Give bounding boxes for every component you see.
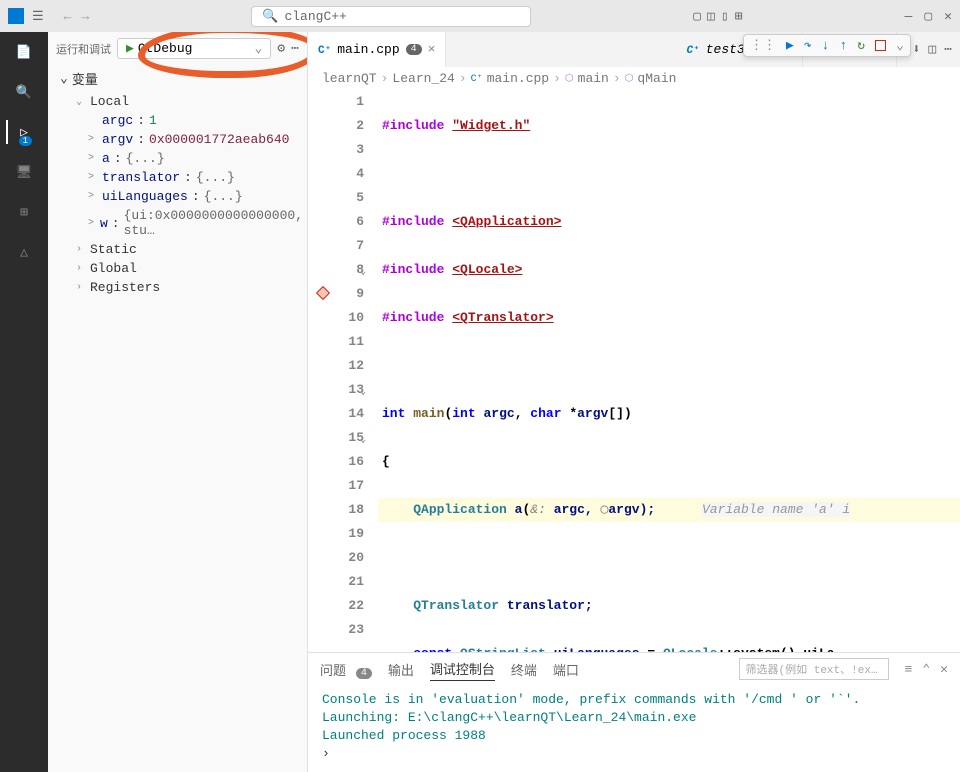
- tab-debug-console[interactable]: 调试控制台: [430, 657, 495, 681]
- title-bar: ☰ ← → 🔍 clangC++ ▢ ◫ ▯ ⊞ — ▢ ✕: [0, 0, 960, 32]
- sidebar: 运行和调试 ▶ QtDebug ⌄ ⚙ ⋯ ⌄ 变量 ⌄ Local argc:…: [48, 32, 308, 772]
- split-icon[interactable]: ◫: [928, 42, 936, 57]
- chevron-down-icon[interactable]: ⌄: [896, 38, 904, 53]
- bottom-panel: 问题 4 输出 调试控制台 终端 端口 筛选器(例如 text、!exclu… …: [308, 652, 960, 772]
- chevron-down-icon: ⌄: [76, 96, 86, 108]
- command-center[interactable]: 🔍 clangC++: [251, 6, 531, 27]
- search-icon: 🔍: [262, 9, 278, 24]
- layout-1-icon[interactable]: ▢: [693, 9, 701, 24]
- var-w[interactable]: >w: {ui:0x0000000000000000, stu…: [52, 206, 303, 240]
- panel-tabs: 问题 4 输出 调试控制台 终端 端口 筛选器(例如 text、!exclu… …: [308, 653, 960, 685]
- var-uiLanguages[interactable]: >uiLanguages: {...}: [52, 187, 303, 206]
- step-out-icon[interactable]: ↑: [839, 38, 847, 53]
- tab-ports[interactable]: 端口: [553, 658, 579, 681]
- run-debug-label: 运行和调试: [56, 41, 111, 57]
- var-a[interactable]: >a: {...}: [52, 149, 303, 168]
- play-icon: ▶: [126, 41, 134, 56]
- vscode-icon: [8, 8, 24, 24]
- static-group[interactable]: ›Static: [52, 240, 303, 259]
- cpp-icon: C⁺: [686, 43, 699, 57]
- debug-toolbar[interactable]: ⋮⋮ ▶ ↷ ↓ ↑ ↻ ⌄: [743, 34, 911, 57]
- var-argc[interactable]: argc: 1: [52, 111, 303, 130]
- explorer-icon[interactable]: 📄: [12, 40, 36, 64]
- menu-icon[interactable]: ☰: [32, 9, 44, 24]
- debug-config-select[interactable]: ▶ QtDebug ⌄: [117, 38, 271, 59]
- stop-icon[interactable]: [875, 40, 886, 51]
- tabs-right: ⬇ ◫ ⋯: [913, 42, 960, 57]
- nav-arrows: ← →: [64, 9, 90, 24]
- close-panel-icon[interactable]: ✕: [940, 662, 948, 677]
- global-group[interactable]: ›Global: [52, 259, 303, 278]
- function-icon: ⬡: [625, 73, 634, 85]
- layout-3-icon[interactable]: ▯: [721, 9, 729, 24]
- settings-icon[interactable]: ≡: [905, 662, 913, 677]
- editor-area: C⁺ main.cpp 4 × ⋮⋮ ▶ ↷ ↓ ↑ ↻ ⌄ C⁺ test34…: [308, 32, 960, 772]
- debug-header: 运行和调试 ▶ QtDebug ⌄ ⚙ ⋯: [48, 32, 307, 65]
- download-icon[interactable]: ⬇: [913, 42, 921, 57]
- layout-2-icon[interactable]: ◫: [707, 9, 715, 24]
- more-icon[interactable]: ⋯: [944, 42, 952, 57]
- problems-badge: 4: [406, 44, 422, 55]
- cpp-icon: C⁺: [318, 43, 331, 57]
- console-input[interactable]: ›: [322, 745, 946, 763]
- tab-problems[interactable]: 问题 4: [320, 658, 372, 681]
- debug-icon[interactable]: ▷1: [6, 120, 30, 144]
- nav-fwd-icon[interactable]: →: [81, 9, 89, 24]
- minimize-icon[interactable]: —: [905, 9, 913, 24]
- tab-main[interactable]: C⁺ main.cpp 4 ×: [308, 32, 446, 67]
- chevron-up-icon[interactable]: ⌃: [922, 662, 930, 677]
- step-into-icon[interactable]: ↓: [822, 38, 830, 53]
- config-name: QtDebug: [138, 41, 193, 56]
- code-lines[interactable]: #include "Widget.h" #include <QApplicati…: [378, 90, 960, 652]
- window-controls: — ▢ ✕: [905, 9, 952, 24]
- grip-icon[interactable]: ⋮⋮: [750, 38, 776, 53]
- search-text: clangC++: [284, 9, 346, 24]
- gutter: 1234567 8⌄ 9 101112 13⌄ 14 15⌄ 161718192…: [308, 90, 378, 652]
- extensions-icon[interactable]: ⊞: [12, 200, 36, 224]
- console-line: Console is in 'evaluation' mode, prefix …: [322, 691, 946, 709]
- function-icon: ⬡: [565, 73, 574, 85]
- local-group[interactable]: ⌄ Local: [52, 92, 303, 111]
- gear-icon[interactable]: ⚙: [277, 41, 285, 56]
- console-line: Launching: E:\clangC++\learnQT\Learn_24\…: [322, 709, 946, 727]
- activity-bar: 📄 🔍 ▷1 🖥 ⊞ △: [0, 32, 48, 772]
- code-editor[interactable]: 1234567 8⌄ 9 101112 13⌄ 14 15⌄ 161718192…: [308, 90, 960, 652]
- close-tab-icon[interactable]: ×: [428, 42, 436, 57]
- breadcrumb[interactable]: learnQT› Learn_24› C⁺main.cpp› ⬡main› ⬡q…: [308, 67, 960, 90]
- tabs-bar: C⁺ main.cpp 4 × ⋮⋮ ▶ ↷ ↓ ↑ ↻ ⌄ C⁺ test34…: [308, 32, 960, 67]
- vars-tree: ⌄ Local argc: 1 >argv: 0x000001772aeab64…: [48, 92, 307, 297]
- cpp-icon: C⁺: [471, 73, 483, 85]
- more-icon[interactable]: ⋯: [291, 41, 299, 56]
- chevron-down-icon: ⌄: [60, 71, 68, 86]
- step-over-icon[interactable]: ↷: [804, 38, 812, 53]
- breakpoint-icon[interactable]: [316, 286, 330, 300]
- registers-group[interactable]: ›Registers: [52, 278, 303, 297]
- testing-icon[interactable]: △: [12, 240, 36, 264]
- remote-icon[interactable]: 🖥: [12, 160, 36, 184]
- console-line: Launched process 1988: [322, 727, 946, 745]
- maximize-icon[interactable]: ▢: [924, 9, 932, 24]
- search-icon[interactable]: 🔍: [12, 80, 36, 104]
- nav-back-icon[interactable]: ←: [64, 9, 72, 24]
- tab-terminal[interactable]: 终端: [511, 658, 537, 681]
- chevron-down-icon: ⌄: [255, 41, 263, 56]
- layout-icons: ▢ ◫ ▯ ⊞: [693, 9, 742, 24]
- filter-input[interactable]: 筛选器(例如 text、!exclu…: [739, 658, 889, 680]
- vars-section[interactable]: ⌄ 变量: [48, 65, 307, 92]
- debug-console[interactable]: Console is in 'evaluation' mode, prefix …: [308, 685, 960, 769]
- layout-4-icon[interactable]: ⊞: [735, 9, 743, 24]
- tab-output[interactable]: 输出: [388, 658, 414, 681]
- continue-icon[interactable]: ▶: [786, 38, 794, 53]
- var-argv[interactable]: >argv: 0x000001772aeab640: [52, 130, 303, 149]
- var-translator[interactable]: >translator: {...}: [52, 168, 303, 187]
- close-icon[interactable]: ✕: [944, 9, 952, 24]
- restart-icon[interactable]: ↻: [857, 38, 865, 53]
